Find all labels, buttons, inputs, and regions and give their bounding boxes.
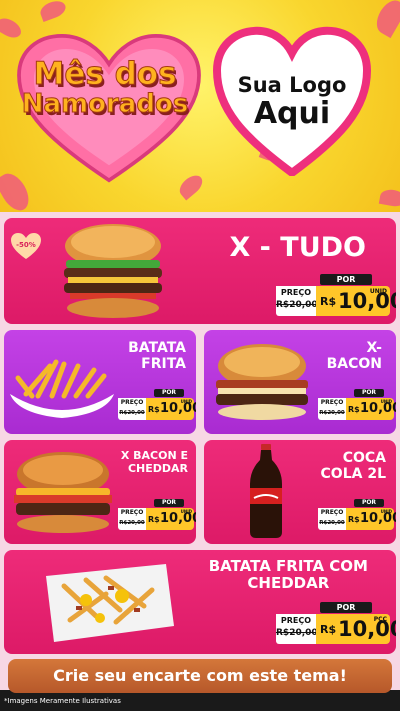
product-card-x-bacon-cheddar[interactable]: X BACON E CHEDDAR POR PREÇO R$20,00 R$ 1… — [4, 440, 196, 544]
product-card-x-bacon[interactable]: X- BACON POR PREÇO R$20,00 R$ 10,00 UNID — [204, 330, 396, 434]
old-price: R$20,00 — [119, 410, 145, 416]
product-name-line-2: CHEDDAR — [127, 461, 188, 475]
discount-heart-badge: -50% — [11, 233, 41, 259]
old-price: R$20,00 — [276, 628, 318, 638]
product-name-line-1: BATATA FRITA COM — [208, 557, 368, 575]
logo-placeholder: Sua Logo Aqui — [222, 73, 362, 132]
product-card-coca-cola[interactable]: COCA COLA 2L POR PREÇO R$20,00 R$ 10,00 … — [204, 440, 396, 544]
fries-image-icon — [10, 359, 114, 418]
currency: R$ — [148, 515, 160, 524]
burger-image-icon — [64, 224, 162, 318]
unit-label: UNID — [180, 509, 192, 514]
old-price-box: PREÇO R$20,00 — [118, 508, 146, 530]
product-name-line-2: FRITA — [141, 356, 186, 373]
price-tag: POR PREÇO R$20,00 R$ 10,00 UNID — [318, 389, 396, 421]
por-label: POR — [320, 274, 372, 285]
por-label: POR — [154, 499, 184, 507]
preco-label: PREÇO — [118, 508, 146, 518]
title-line-2: Namorados — [21, 88, 189, 119]
old-price: R$20,00 — [319, 410, 345, 416]
price-tag: POR PREÇO R$20,00 R$ 10,00 UNID — [118, 499, 196, 531]
new-price-box: R$ 10,00 UNID — [346, 508, 396, 530]
product-name: COCA COLA 2L — [321, 450, 386, 482]
product-card-x-tudo[interactable]: X - TUDO POR PREÇO R$20,00 R$ 10,00 UNID — [4, 218, 396, 324]
petal-decoration — [378, 187, 400, 209]
title-line-1: Mês dos — [33, 56, 177, 92]
product-name-line-1: COCA — [342, 450, 386, 466]
unit-label: UNID — [380, 509, 392, 514]
currency: R$ — [320, 295, 337, 308]
unit-label: PÇC — [373, 616, 387, 623]
price-value: 10,00 — [338, 617, 396, 641]
old-price: R$20,00 — [119, 520, 145, 526]
old-price-box: PREÇO R$20,00 — [318, 398, 346, 420]
por-label: POR — [320, 602, 372, 613]
preco-label: PREÇO — [118, 398, 146, 408]
petal-decoration — [371, 0, 400, 39]
old-price: R$20,00 — [276, 300, 318, 310]
new-price-box: R$ 10,00 UNID — [346, 398, 396, 420]
header-banner: Mês dos Namorados Sua Logo Aqui — [0, 0, 400, 212]
disclaimer-text: *Imagens Meramente Ilustrativas — [4, 697, 121, 705]
price-tag: POR PREÇO R$20,00 R$ 10,00 UNID — [318, 499, 396, 531]
preco-label: PREÇO — [318, 508, 346, 518]
logo-line-1: Sua Logo — [237, 73, 347, 97]
product-name: BATATA FRITA COM CHEDDAR — [208, 557, 368, 593]
old-price-box: PREÇO R$20,00 — [118, 398, 146, 420]
preco-label: PREÇO — [276, 286, 316, 299]
new-price-box: R$ 10,00 UNID — [146, 508, 196, 530]
product-name-line-1: X BACON E — [120, 449, 188, 462]
discount-text: -50% — [16, 241, 36, 249]
product-name-line-2: CHEDDAR — [247, 574, 330, 593]
por-label: POR — [154, 389, 184, 397]
price-tag: POR PREÇO R$20,00 R$ 10,00 PÇC — [276, 602, 396, 646]
old-price-box: PREÇO R$20,00 — [276, 286, 318, 316]
price-value: 10,00 — [338, 289, 396, 313]
old-price-box: PREÇO R$20,00 — [276, 614, 318, 644]
product-card-batata-cheddar[interactable]: BATATA FRITA COM CHEDDAR POR PREÇO R$20,… — [4, 550, 396, 654]
currency: R$ — [348, 405, 360, 414]
preco-label: PREÇO — [318, 398, 346, 408]
por-label: POR — [354, 389, 384, 397]
fries-cheddar-image-icon — [46, 564, 174, 642]
currency: R$ — [320, 623, 337, 636]
product-name-line-1: X- — [366, 340, 382, 356]
product-name: X - TUDO — [229, 232, 366, 263]
new-price-box: R$ 10,00 UNID — [146, 398, 196, 420]
unit-label: UNID — [180, 399, 192, 404]
old-price: R$20,00 — [319, 520, 345, 526]
product-name-line-1: BATATA — [128, 340, 186, 356]
product-name-line-2: COLA 2L — [320, 466, 386, 483]
currency: R$ — [148, 405, 160, 414]
soda-bottle-icon — [250, 444, 282, 538]
product-name-line-2: BACON — [326, 356, 382, 373]
product-name: BATATA FRITA — [128, 340, 186, 372]
product-name: X- BACON — [327, 340, 382, 372]
price-tag: POR PREÇO R$20,00 R$ 10,00 UNID — [276, 274, 396, 318]
price-tag: POR PREÇO R$20,00 R$ 10,00 UNID — [118, 389, 196, 421]
currency: R$ — [348, 515, 360, 524]
cta-banner-button[interactable]: Crie seu encarte com este tema! — [8, 659, 392, 693]
por-label: POR — [354, 499, 384, 507]
new-price-box: R$ 10,00 PÇC — [316, 614, 396, 644]
logo-line-2: Aqui — [253, 96, 331, 132]
petal-decoration — [38, 0, 68, 22]
old-price-box: PREÇO R$20,00 — [318, 508, 346, 530]
burger-image-icon — [216, 344, 308, 420]
new-price-box: R$ 10,00 UNID — [316, 286, 396, 316]
unit-label: UNID — [369, 288, 387, 295]
unit-label: UNID — [380, 399, 392, 404]
product-name: X BACON E CHEDDAR — [120, 449, 188, 475]
page-title: Mês dos Namorados — [20, 56, 190, 119]
product-card-batata-frita[interactable]: BATATA FRITA POR PREÇO R$20,00 R$ 10,00 … — [4, 330, 196, 434]
burger-image-icon — [14, 452, 112, 533]
preco-label: PREÇO — [276, 614, 316, 627]
